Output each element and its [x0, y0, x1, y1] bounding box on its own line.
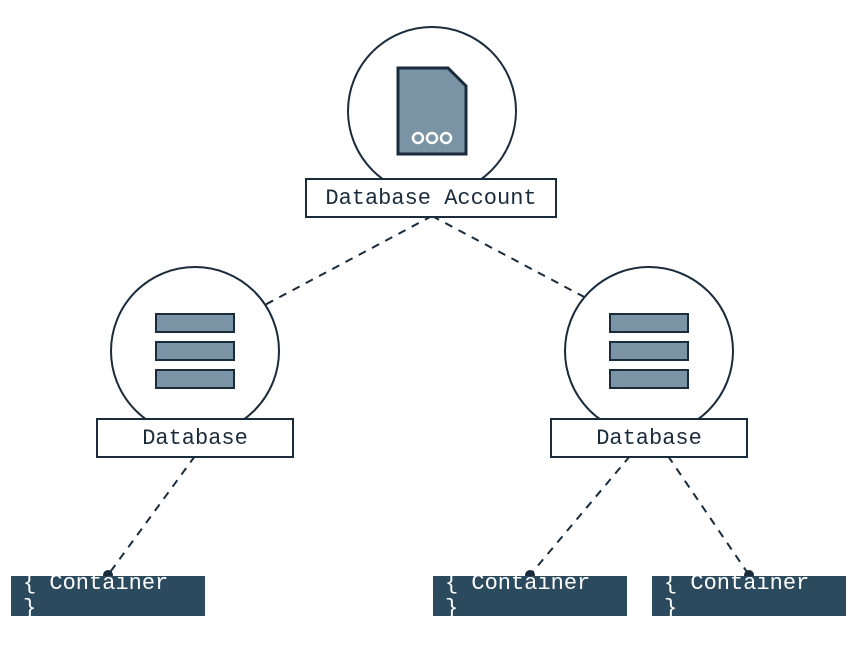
account-label-text: Database Account	[325, 186, 536, 211]
container-box: { Container }	[652, 576, 846, 616]
database-label-text: Database	[142, 426, 248, 451]
container-label: { Container }	[23, 571, 193, 621]
stack-bar	[155, 313, 235, 333]
database-label-text: Database	[596, 426, 702, 451]
stack-bar	[609, 341, 689, 361]
container-box: { Container }	[11, 576, 205, 616]
stack-bar	[609, 369, 689, 389]
database-circle-right	[564, 266, 734, 436]
container-label: { Container }	[445, 571, 615, 621]
account-circle	[347, 26, 517, 196]
database-stack-icon	[609, 313, 689, 389]
stack-bar	[609, 313, 689, 333]
stack-bar	[155, 341, 235, 361]
account-label: Database Account	[305, 178, 557, 218]
database-stack-icon	[155, 313, 235, 389]
stack-bar	[155, 369, 235, 389]
database-label-right: Database	[550, 418, 748, 458]
hierarchy-diagram: Database Account Database Database { Con…	[0, 0, 864, 672]
container-label: { Container }	[664, 571, 834, 621]
database-circle-left	[110, 266, 280, 436]
container-box: { Container }	[433, 576, 627, 616]
document-icon	[396, 66, 468, 156]
database-label-left: Database	[96, 418, 294, 458]
